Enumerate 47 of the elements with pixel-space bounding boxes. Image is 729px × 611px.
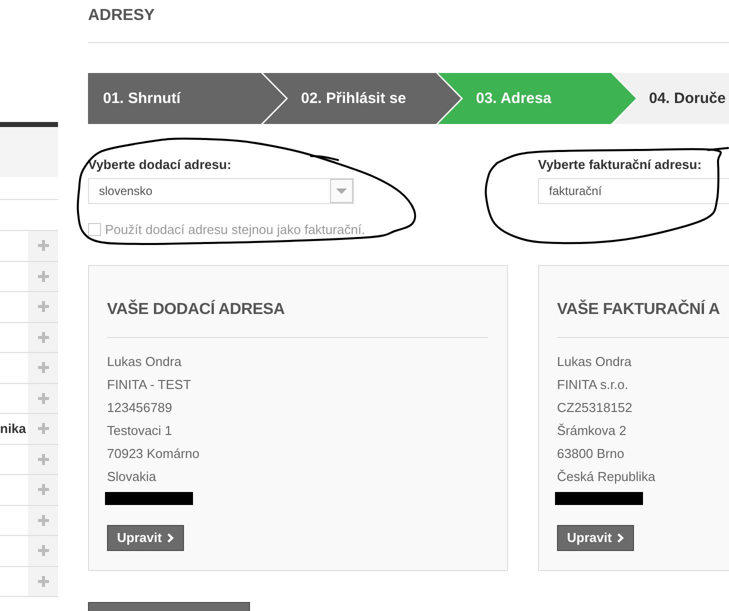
address-line: Slovakia bbox=[107, 468, 156, 486]
card-title: VAŠE FAKTURAČNÍ A bbox=[557, 299, 720, 320]
address-line: 123456789 bbox=[107, 399, 172, 417]
expand-button[interactable] bbox=[28, 566, 58, 596]
delivery-address-select[interactable]: slovensko bbox=[88, 178, 354, 204]
address-line: FINITA - TEST bbox=[107, 376, 192, 394]
expand-button[interactable] bbox=[28, 384, 58, 413]
dropdown-caret-icon bbox=[330, 179, 353, 203]
category-link[interactable]: nika bbox=[0, 421, 26, 436]
page-title: ADRESY bbox=[88, 6, 155, 26]
expand-button[interactable] bbox=[28, 475, 58, 504]
chevron-right-icon bbox=[616, 533, 624, 543]
checkbox-label: Použít dodací adresu stejnou jako fakturační. bbox=[105, 222, 366, 237]
field-label: Vyberte fakturační adresu: bbox=[538, 157, 702, 172]
expand-button[interactable] bbox=[28, 322, 58, 352]
expand-button[interactable] bbox=[28, 506, 58, 535]
checkbox[interactable] bbox=[88, 223, 101, 236]
address-line: Testovaci 1 bbox=[107, 422, 172, 440]
hand-drawn-stroke bbox=[707, 147, 729, 151]
address-line: Česká Republika bbox=[557, 468, 656, 486]
card-title: VAŠE DODACÍ ADRESA bbox=[107, 299, 285, 320]
expand-button[interactable] bbox=[28, 353, 58, 382]
expand-button[interactable] bbox=[28, 231, 58, 260]
cut-off-button[interactable] bbox=[88, 602, 250, 611]
expand-button[interactable] bbox=[28, 262, 58, 291]
expand-button[interactable] bbox=[28, 414, 58, 444]
address-line: Lukas Ondra bbox=[557, 353, 632, 371]
sidebar-header bbox=[0, 127, 58, 177]
checkout-step[interactable]: 04. Doruče bbox=[638, 73, 729, 124]
expand-button[interactable] bbox=[28, 444, 58, 474]
chevron-right-icon bbox=[166, 533, 174, 543]
expand-button[interactable] bbox=[28, 292, 58, 322]
address-line: 70923 Komárno bbox=[107, 445, 200, 463]
hand-drawn-stroke bbox=[310, 155, 339, 161]
expand-button[interactable] bbox=[28, 536, 58, 566]
field-label: Vyberte dodací adresu: bbox=[88, 157, 232, 172]
address-line: 63800 Brno bbox=[557, 445, 624, 463]
edit-button[interactable]: Upravit bbox=[557, 525, 634, 551]
edit-button[interactable]: Upravit bbox=[107, 525, 184, 551]
billing-address-select[interactable]: fakturační bbox=[538, 178, 729, 204]
checkout-step[interactable]: 01. Shrnutí bbox=[88, 73, 288, 124]
address-line: Šrámkova 2 bbox=[557, 422, 626, 440]
address-line: FINITA s.r.o. bbox=[557, 376, 628, 394]
address-line: Lukas Ondra bbox=[107, 353, 182, 371]
address-line: CZ25318152 bbox=[557, 399, 632, 417]
checkout-step[interactable]: 02. Přihlásit se bbox=[288, 73, 463, 124]
sidebar-header-bar bbox=[0, 122, 58, 127]
